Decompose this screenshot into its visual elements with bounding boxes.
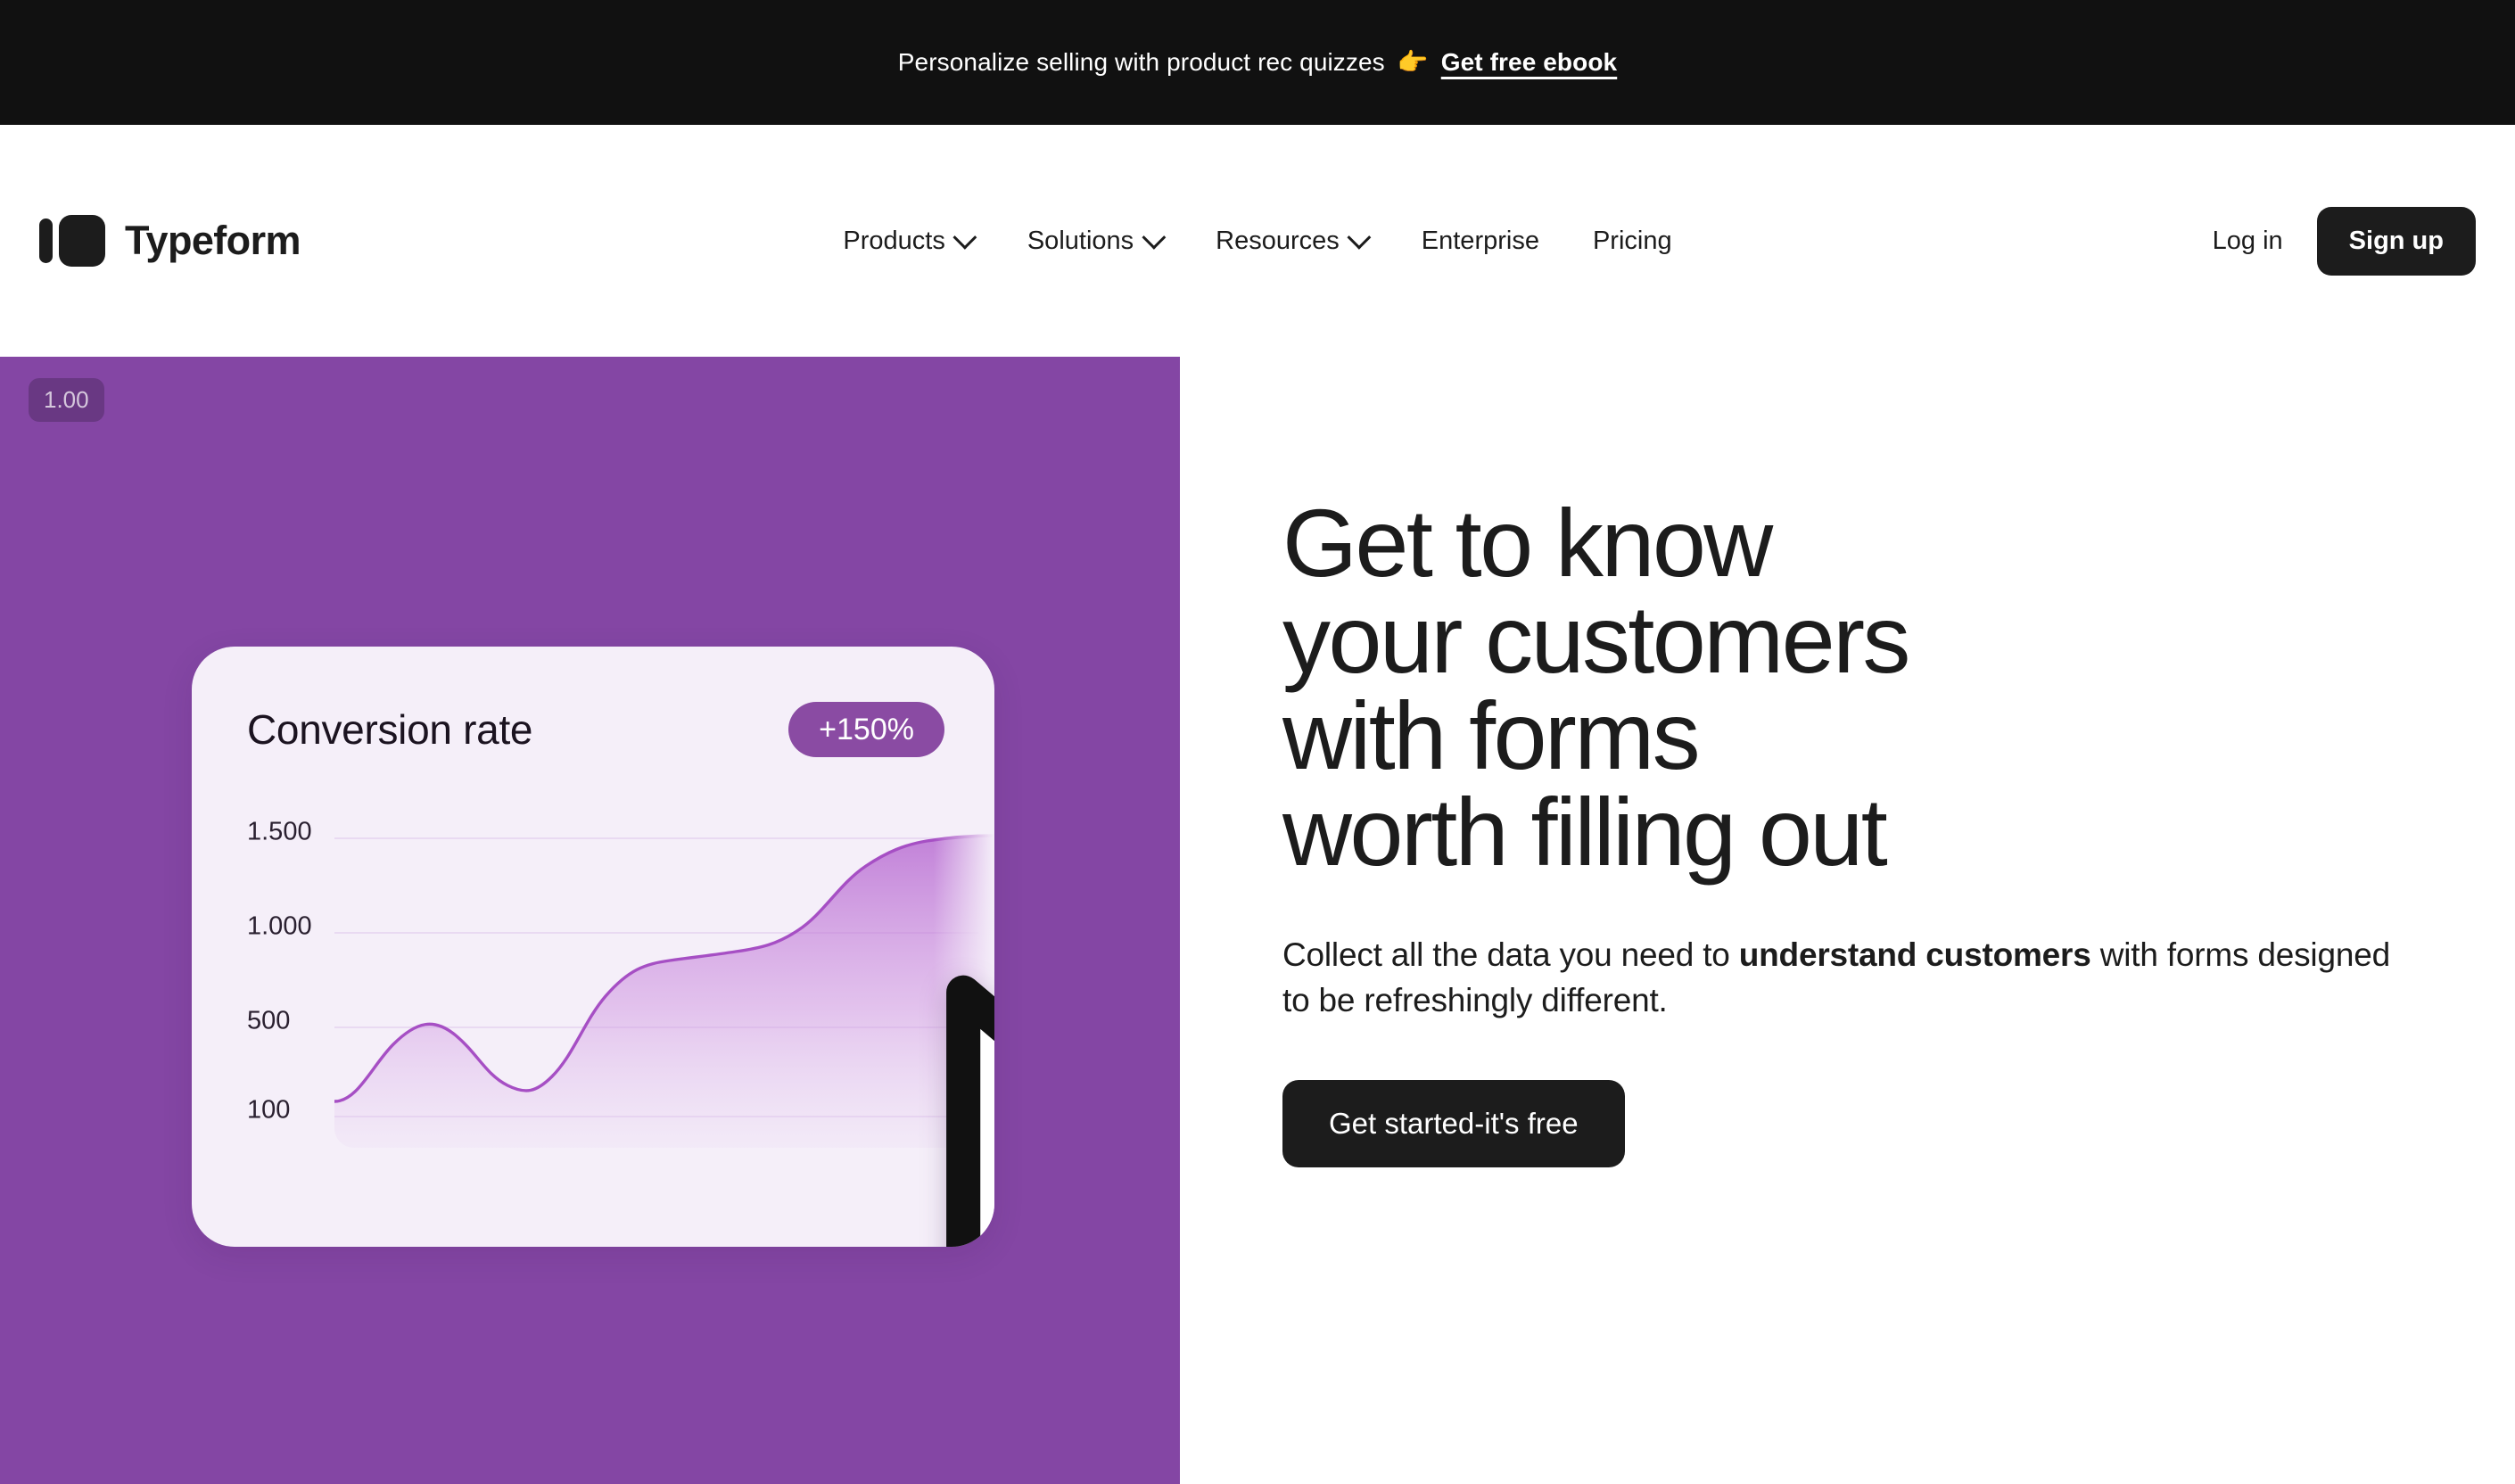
y-axis-tick: 100 [247, 1095, 291, 1125]
y-axis-tick: 1.000 [247, 911, 312, 941]
hero-copy-panel: Get to know your customers with forms wo… [1180, 357, 2515, 1484]
chevron-down-icon [1142, 225, 1167, 250]
y-axis-tick: 500 [247, 1006, 291, 1035]
hero-section: 1.00 Conversion rate +150% 1.500 1.000 5… [0, 357, 2515, 1484]
headline-line: worth filling out [1282, 778, 1888, 886]
logo-bar-shape [39, 218, 53, 263]
typeform-mark-icon [39, 215, 105, 267]
announcement-text: Personalize selling with product rec qui… [897, 48, 1385, 76]
headline-line: your customers [1282, 585, 1910, 693]
nav-item-label: Enterprise [1421, 226, 1539, 255]
card-header: Conversion rate +150% [192, 647, 994, 757]
logo-block-shape [59, 215, 105, 267]
brand-name: Typeform [125, 218, 301, 263]
nav-item-products[interactable]: Products [816, 216, 1000, 267]
y-axis-tick: 1.500 [247, 817, 312, 846]
pointing-right-icon: 👉 [1397, 48, 1429, 76]
nav-item-label: Products [843, 226, 945, 255]
nav-item-label: Solutions [1027, 226, 1134, 255]
sign-up-button[interactable]: Sign up [2316, 206, 2476, 276]
nav-item-resources[interactable]: Resources [1189, 216, 1395, 267]
subtitle-part-before: Collect all the data you need to [1282, 936, 1739, 973]
conversion-rate-card: Conversion rate +150% 1.500 1.000 500 10… [192, 647, 994, 1247]
conversion-delta-badge: +150% [788, 702, 944, 757]
headline-line: Get to know [1282, 489, 1773, 597]
page-title: Get to know your customers with forms wo… [1282, 495, 2460, 880]
header-auth-actions: Log in Sign up [2207, 206, 2476, 276]
chart-plot-area [334, 798, 994, 1247]
chevron-down-icon [952, 225, 977, 250]
typeform-logo[interactable]: Typeform [39, 215, 301, 267]
announcement-banner: Personalize selling with product rec qui… [0, 0, 2515, 125]
card-title: Conversion rate [247, 706, 533, 753]
get-started-button[interactable]: Get started-it's free [1282, 1080, 1625, 1168]
chevron-down-icon [1347, 225, 1372, 250]
main-navigation: Products Solutions Resources Enterprise … [816, 216, 1698, 267]
site-header: Typeform Products Solutions Resources En… [0, 125, 2515, 357]
conversion-area-chart: 1.500 1.000 500 100 [192, 798, 994, 1247]
cursor-pointer-icon [946, 975, 994, 1247]
nav-item-label: Resources [1216, 226, 1340, 255]
log-in-link[interactable]: Log in [2207, 218, 2288, 265]
subtitle-emphasis: understand customers [1738, 936, 2091, 973]
nav-item-solutions[interactable]: Solutions [1001, 216, 1189, 267]
hero-subtitle: Collect all the data you need to underst… [1282, 932, 2397, 1023]
nav-item-label: Pricing [1592, 226, 1672, 255]
nav-item-pricing[interactable]: Pricing [1566, 216, 1699, 267]
headline-line: with forms [1282, 681, 1701, 789]
get-free-ebook-link[interactable]: Get free ebook [1441, 48, 1617, 77]
nav-item-enterprise[interactable]: Enterprise [1395, 216, 1566, 267]
frame-progress-badge: 1.00 [29, 378, 104, 422]
hero-visual-panel: 1.00 Conversion rate +150% 1.500 1.000 5… [0, 357, 1180, 1484]
announcement-banner-content: Personalize selling with product rec qui… [898, 48, 1617, 77]
